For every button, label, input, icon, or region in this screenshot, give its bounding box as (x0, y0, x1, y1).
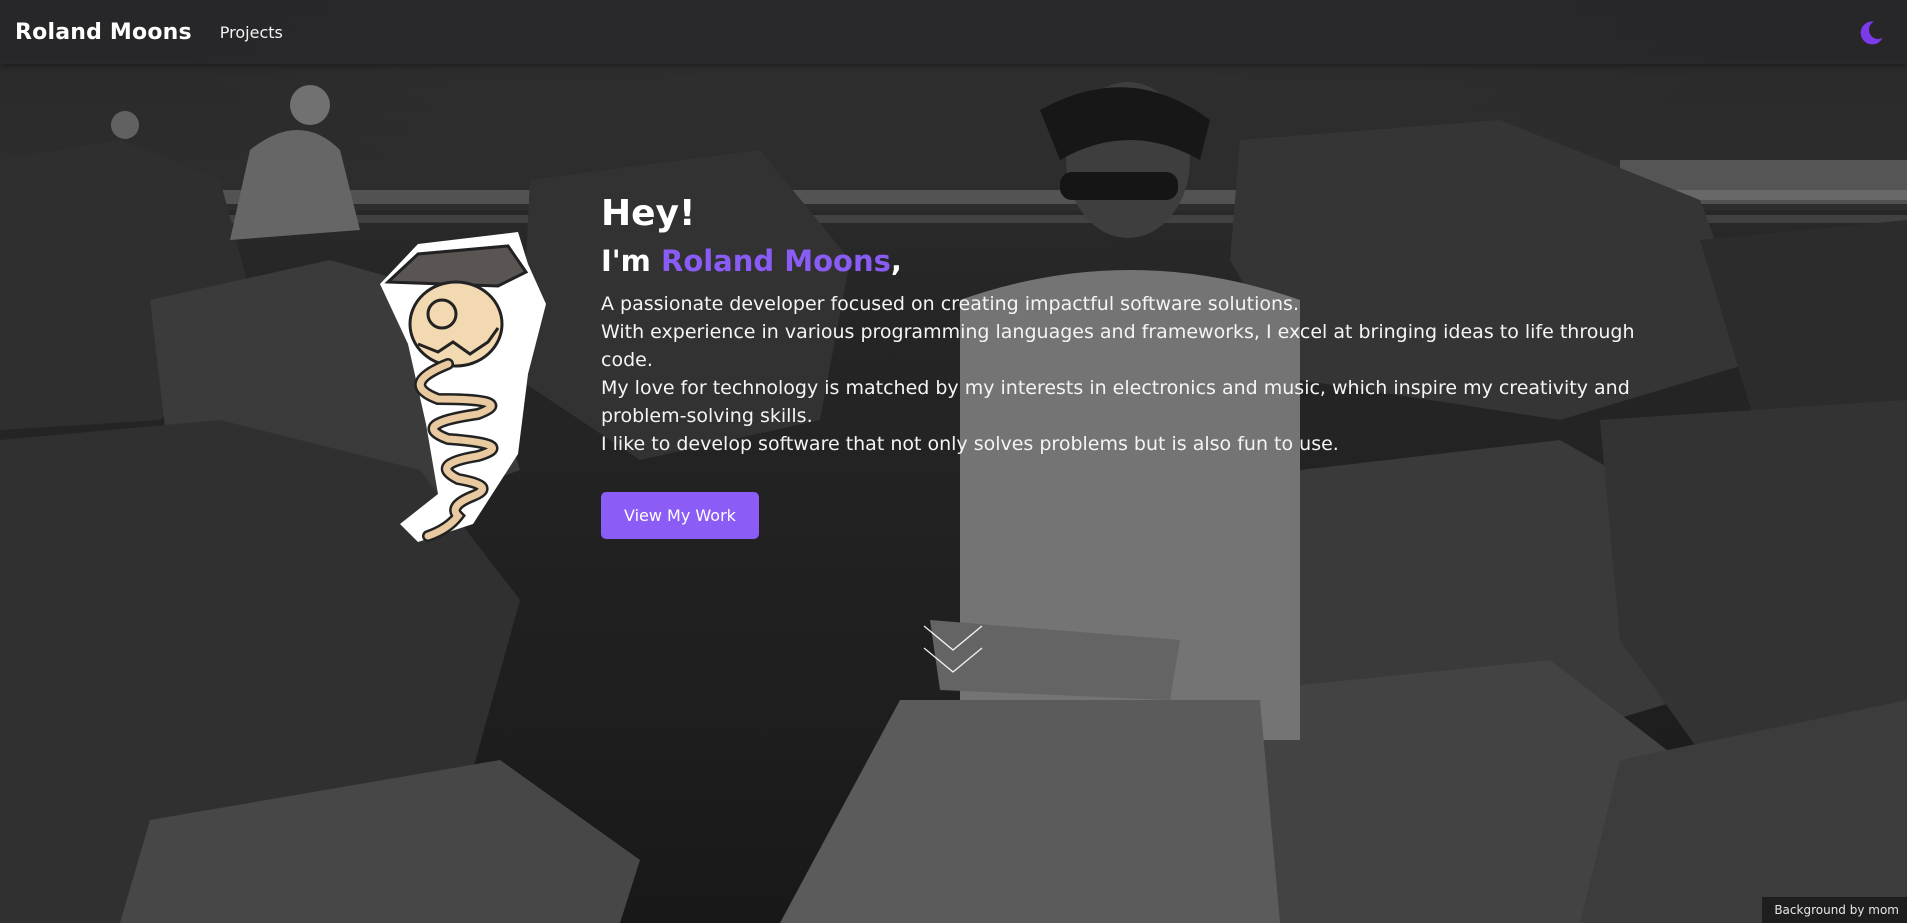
moon-icon (1860, 21, 1883, 45)
scroll-down-button[interactable] (922, 624, 984, 676)
bio-line-2: With experience in various programming l… (601, 321, 1635, 371)
chevron-down-icon (923, 625, 983, 673)
nav-link-projects[interactable]: Projects (220, 23, 283, 42)
theme-toggle-button[interactable] (1857, 19, 1885, 47)
page: Roland Moons Projects Hey! I'm Roland Mo… (0, 0, 1907, 923)
bio-line-3: My love for technology is matched by my … (601, 377, 1630, 427)
hero-greeting: Hey! (601, 193, 696, 234)
top-navbar: Roland Moons Projects (0, 0, 1907, 64)
intro-name: Roland Moons (660, 244, 891, 278)
hero-section: Hey! I'm Roland Moons, A passionate deve… (601, 190, 1641, 539)
mascot-sticker-icon (378, 224, 553, 546)
intro-suffix: , (890, 244, 902, 278)
background-credit: Background by mom (1762, 897, 1907, 923)
bio-line-1: A passionate developer focused on creati… (601, 293, 1299, 315)
intro-prefix: I'm (601, 244, 661, 278)
brand-link[interactable]: Roland Moons (15, 20, 192, 45)
view-my-work-button[interactable]: View My Work (601, 492, 759, 539)
hero-intro: I'm Roland Moons, (601, 240, 1641, 282)
bio-line-4: I like to develop software that not only… (601, 433, 1339, 455)
